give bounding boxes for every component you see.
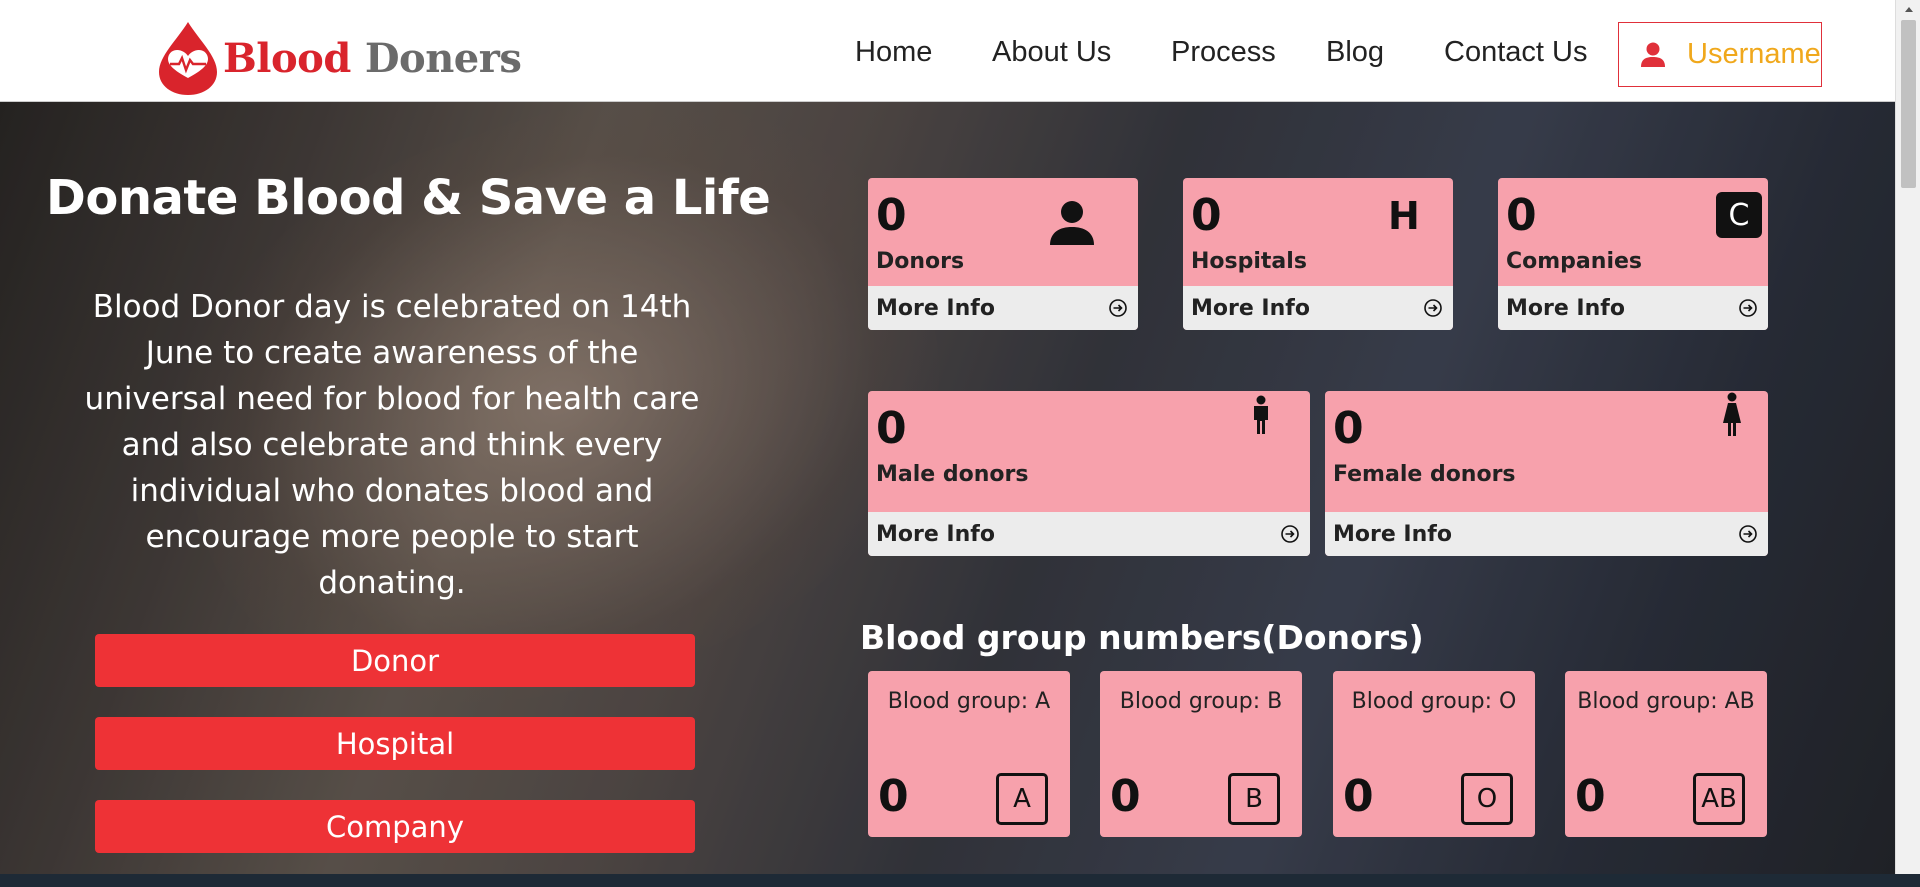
navbar: Blood Doners Home About Us Process Blog … (0, 0, 1895, 102)
brand-logo[interactable]: Blood Doners (155, 20, 522, 96)
blood-group-o-count: 0 (1343, 771, 1374, 822)
brand-name-blood: Blood (223, 34, 351, 82)
female-icon (1723, 392, 1741, 436)
blood-group-b-card: Blood group: B 0 B (1100, 671, 1302, 837)
male-donors-more-info[interactable]: More Info (868, 512, 1310, 556)
hospital-icon: H (1388, 194, 1420, 238)
company-button[interactable]: Company (95, 800, 695, 853)
donors-more-info[interactable]: More Info (868, 286, 1138, 330)
blood-group-a-label: Blood group: A (887, 689, 1051, 714)
blood-group-ab-badge: AB (1693, 773, 1745, 825)
nav-home[interactable]: Home (855, 36, 932, 69)
brand-name-doners: Doners (364, 34, 522, 82)
companies-more-info[interactable]: More Info (1498, 286, 1768, 330)
vertical-scrollbar[interactable] (1895, 0, 1920, 874)
blood-group-b-badge: B (1228, 773, 1280, 825)
blood-group-b-label: Blood group: B (1119, 689, 1283, 714)
username-button[interactable]: Username (1618, 22, 1822, 87)
hero-title: Donate Blood & Save a Life (46, 170, 771, 226)
company-icon: C (1716, 192, 1762, 238)
hospital-button[interactable]: Hospital (95, 717, 695, 770)
blood-group-section-title: Blood group numbers(Donors) (860, 618, 1424, 657)
donor-button[interactable]: Donor (95, 634, 695, 687)
username-label: Username (1687, 38, 1821, 70)
arrow-circle-right-icon (1739, 525, 1757, 543)
blood-drop-heart-icon (159, 22, 217, 95)
donors-card: 0 Donors More Info (868, 178, 1138, 330)
blood-group-ab-card: Blood group: AB 0 AB (1565, 671, 1767, 837)
nav-about-us[interactable]: About Us (992, 36, 1111, 69)
taskbar-strip (0, 874, 1920, 887)
female-donors-label: Female donors (1333, 462, 1516, 487)
blood-group-a-card: Blood group: A 0 A (868, 671, 1070, 837)
companies-label: Companies (1506, 249, 1642, 274)
blood-group-ab-count: 0 (1575, 771, 1606, 822)
nav-contact-us[interactable]: Contact Us (1444, 36, 1587, 69)
arrow-circle-right-icon (1424, 299, 1442, 317)
blood-group-a-badge: A (996, 773, 1048, 825)
male-icon (1254, 395, 1268, 434)
nav-process[interactable]: Process (1171, 36, 1276, 69)
blood-group-o-badge: O (1461, 773, 1513, 825)
scrollbar-thumb[interactable] (1901, 20, 1916, 188)
person-icon (1050, 201, 1094, 245)
hospitals-count: 0 (1191, 190, 1222, 241)
male-donors-card: 0 Male donors More Info (868, 391, 1310, 556)
hospitals-more-info[interactable]: More Info (1183, 286, 1453, 330)
female-donors-count: 0 (1333, 403, 1364, 454)
blood-group-ab-label: Blood group: AB (1577, 689, 1755, 714)
female-donors-card: 0 Female donors More Info (1325, 391, 1768, 556)
hero-section: Donate Blood & Save a Life Blood Donor d… (0, 102, 1895, 874)
donors-count: 0 (876, 190, 907, 241)
blood-group-o-label: Blood group: O (1351, 689, 1517, 714)
female-donors-more-info[interactable]: More Info (1325, 512, 1768, 556)
donors-label: Donors (876, 249, 965, 274)
hospitals-label: Hospitals (1191, 249, 1307, 274)
hospitals-card: 0 H Hospitals More Info (1183, 178, 1453, 330)
companies-count: 0 (1506, 190, 1537, 241)
arrow-circle-right-icon (1109, 299, 1127, 317)
scroll-up-arrow-icon[interactable] (1896, 0, 1920, 18)
nav-blog[interactable]: Blog (1326, 36, 1384, 69)
hero-description: Blood Donor day is celebrated on 14th Ju… (84, 289, 700, 601)
companies-card: 0 C Companies More Info (1498, 178, 1768, 330)
user-icon (1641, 42, 1665, 67)
arrow-circle-right-icon (1739, 299, 1757, 317)
blood-group-a-count: 0 (878, 771, 909, 822)
blood-group-o-card: Blood group: O 0 O (1333, 671, 1535, 837)
arrow-circle-right-icon (1281, 525, 1299, 543)
blood-group-b-count: 0 (1110, 771, 1141, 822)
male-donors-count: 0 (876, 403, 907, 454)
male-donors-label: Male donors (876, 462, 1029, 487)
